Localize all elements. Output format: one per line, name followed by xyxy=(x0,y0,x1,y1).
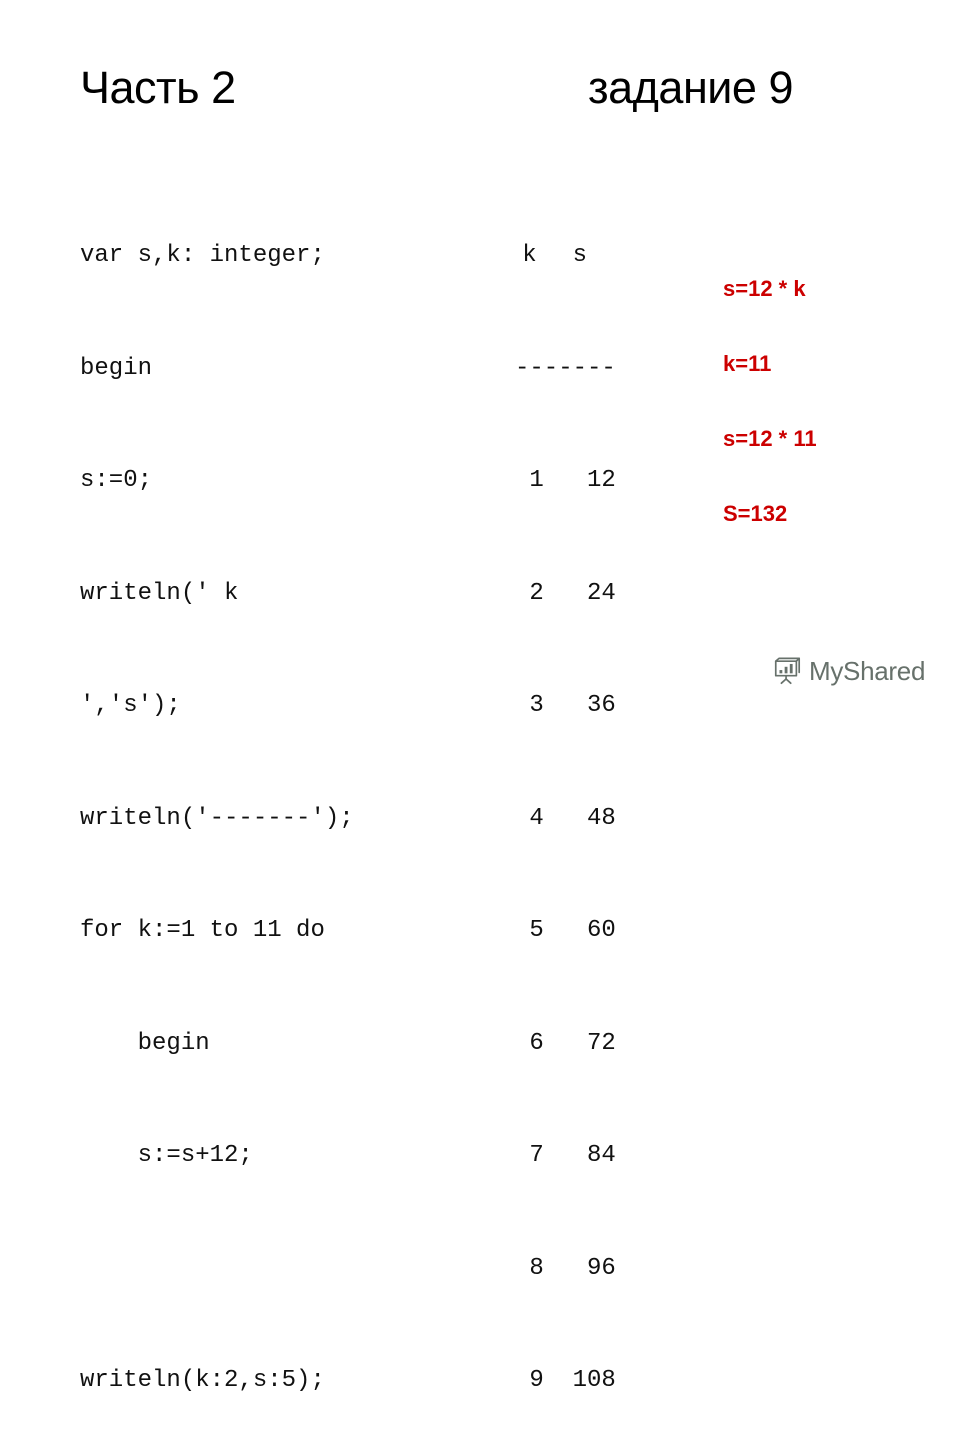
cell-s: 24 xyxy=(586,579,616,607)
code-line: var s,k: integer; xyxy=(80,242,325,269)
cell-k: 1 xyxy=(529,467,544,494)
code-line: writeln('-------'); xyxy=(80,804,354,832)
cell-k: 5 xyxy=(529,917,544,944)
cell-s: 108 xyxy=(572,1367,616,1394)
cell-s: 48 xyxy=(586,804,616,832)
cell-s: 36 xyxy=(586,692,616,719)
table-row: 6 72 xyxy=(515,1025,616,1063)
table-header-k: k xyxy=(522,242,537,269)
presentation-board-icon xyxy=(772,656,802,686)
cell-k: 7 xyxy=(529,1142,544,1169)
code-line: s:=0; xyxy=(80,467,153,494)
cell-s: 12 xyxy=(586,467,616,494)
table-row: 7 84 xyxy=(515,1137,616,1175)
annotation-substituted-formula: s=12 * 11 xyxy=(723,426,817,451)
cell-k: 4 xyxy=(529,804,544,832)
code-line: s:=s+12; xyxy=(80,1142,253,1169)
heading-part-label: Часть 2 xyxy=(80,62,236,113)
cell-k: 9 xyxy=(529,1367,544,1394)
watermark: MyShared xyxy=(772,656,925,686)
annotation-formula: s=12 * k xyxy=(723,276,806,301)
code-line: begin xyxy=(80,1029,210,1057)
slide-heading: Часть 2 задание 9 xyxy=(0,58,960,128)
table-row: 4 48 xyxy=(515,800,616,838)
table-row: 9 108 xyxy=(515,1362,616,1400)
cell-s: 72 xyxy=(586,1029,616,1057)
cell-s: 60 xyxy=(586,917,616,944)
annotation-result: S=132 xyxy=(723,501,788,526)
annotation-k-value: k=11 xyxy=(723,351,772,376)
pascal-code-block: var s,k: integer; begin s:=0; writeln(' … xyxy=(80,162,354,1440)
cell-k: 2 xyxy=(529,579,544,607)
cell-k: 6 xyxy=(529,1029,544,1057)
code-line: writeln(' k xyxy=(80,579,239,607)
code-line: ','s'); xyxy=(80,692,181,719)
table-header-s: s xyxy=(572,242,587,269)
cell-k: 3 xyxy=(529,692,544,719)
heading-task-label: задание 9 xyxy=(588,62,794,113)
table-row: 2 24 xyxy=(515,575,616,613)
program-output-table: ks ------- 1 12 2 24 3 36 4 48 5 60 6 72 7 84 8… xyxy=(515,162,616,1440)
cell-k: 8 xyxy=(529,1254,544,1282)
code-line: begin xyxy=(80,354,153,382)
table-row: 8 96 xyxy=(515,1250,616,1288)
table-header-row: ks xyxy=(515,237,616,275)
table-row: 3 36 xyxy=(515,687,616,725)
table-separator-rule: ------- xyxy=(515,354,616,382)
cell-s: 96 xyxy=(586,1254,616,1282)
table-row: 5 60 xyxy=(515,912,616,950)
slide-canvas: Часть 2 задание 9 var s,k: integer; begi… xyxy=(0,0,960,1394)
table-row: 1 12 xyxy=(515,462,616,500)
code-line: writeln(k:2,s:5); xyxy=(80,1367,325,1394)
code-line: for k:=1 to 11 do xyxy=(80,917,325,944)
watermark-label: MyShared xyxy=(809,656,926,686)
cell-s: 84 xyxy=(586,1142,616,1169)
